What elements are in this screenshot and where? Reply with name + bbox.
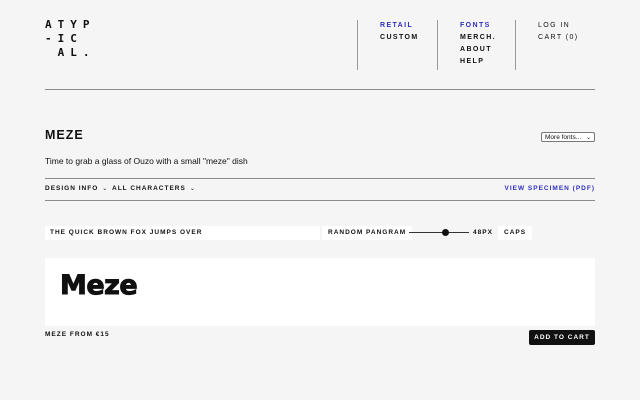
view-specimen-link[interactable]: VIEW SPECIMEN (PDF) <box>504 185 595 192</box>
chevron-down-icon: ⌄ <box>189 186 196 192</box>
nav-group-primary: RETAIL CUSTOM <box>380 20 419 44</box>
nav-about[interactable]: ABOUT <box>460 44 496 56</box>
nav-divider <box>357 20 358 70</box>
caps-toggle[interactable]: CAPS <box>498 226 533 240</box>
header-divider <box>45 89 595 90</box>
font-description: Time to grab a glass of Ouzo with a smal… <box>45 156 248 166</box>
chevron-down-icon: ⌄ <box>585 135 591 141</box>
preview-text[interactable]: Meze <box>59 270 138 302</box>
size-slider-handle[interactable] <box>442 229 449 236</box>
chevron-down-icon: ⌄ <box>102 186 109 192</box>
price-label: MEZE FROM €15 <box>45 331 110 338</box>
divider <box>45 178 595 179</box>
size-slider[interactable] <box>409 232 469 233</box>
divider <box>45 200 595 201</box>
random-pangram-button[interactable]: RANDOM PANGRAM <box>322 226 413 240</box>
nav-custom[interactable]: CUSTOM <box>380 32 419 44</box>
add-to-cart-button[interactable]: ADD TO CART <box>529 330 595 345</box>
nav-group-account: LOG IN CART (0) <box>538 20 579 44</box>
nav-merch[interactable]: MERCH. <box>460 32 496 44</box>
logo[interactable]: ATYP -IC AL. <box>45 18 96 60</box>
nav-group-secondary: FONTS MERCH. ABOUT HELP <box>460 20 496 68</box>
size-value: 48PX <box>473 229 493 236</box>
nav-divider <box>437 20 438 70</box>
font-title: MEZE <box>45 128 84 142</box>
design-info-toggle[interactable]: DESIGN INFO ⌄ <box>45 185 108 192</box>
nav-cart[interactable]: CART (0) <box>538 32 579 44</box>
logo-line-2: -IC <box>45 32 83 45</box>
logo-line-3: AL. <box>45 46 96 59</box>
more-fonts-select-label: More fonts... <box>545 134 582 141</box>
design-info-label: DESIGN INFO <box>45 185 99 192</box>
more-fonts-select[interactable]: More fonts... ⌄ <box>541 132 595 142</box>
all-characters-toggle[interactable]: ALL CHARACTERS ⌄ <box>112 185 196 192</box>
nav-divider <box>515 20 516 70</box>
all-characters-label: ALL CHARACTERS <box>112 185 186 192</box>
nav-help[interactable]: HELP <box>460 56 496 68</box>
nav-fonts[interactable]: FONTS <box>460 20 496 32</box>
nav-retail[interactable]: RETAIL <box>380 20 419 32</box>
sample-text-input[interactable]: THE QUICK BROWN FOX JUMPS OVER <box>45 226 320 240</box>
nav-log-in[interactable]: LOG IN <box>538 20 579 32</box>
logo-line-1: ATYP <box>45 18 96 31</box>
